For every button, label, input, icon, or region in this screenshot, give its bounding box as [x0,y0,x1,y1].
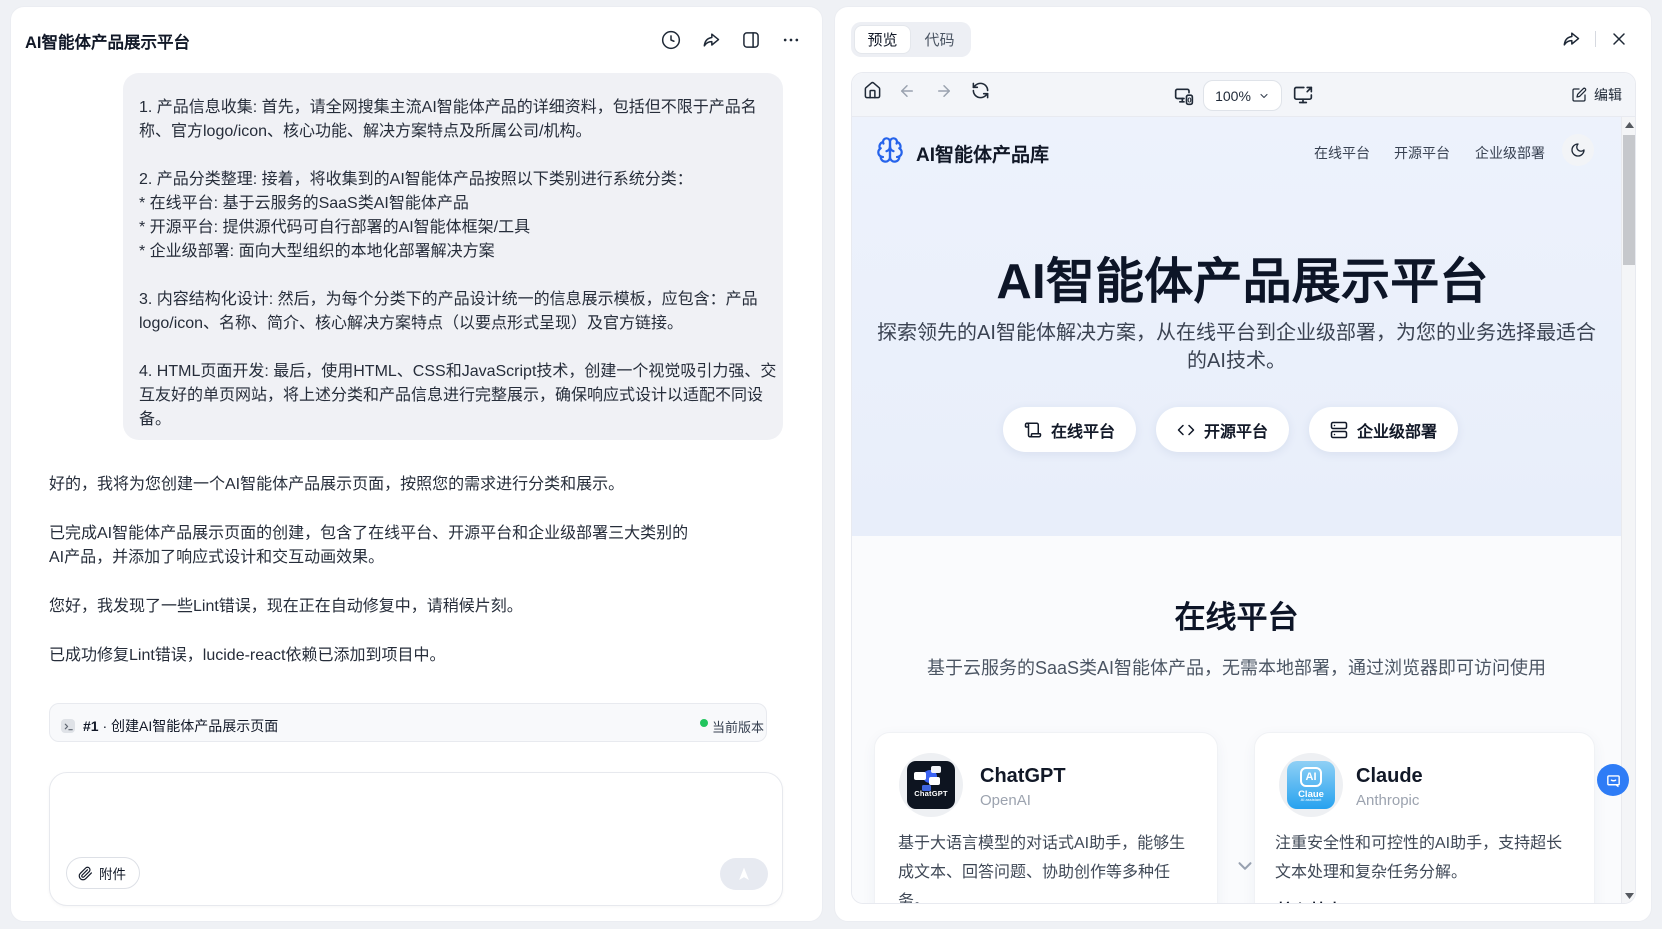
svg-text:0: 0 [1187,96,1191,105]
